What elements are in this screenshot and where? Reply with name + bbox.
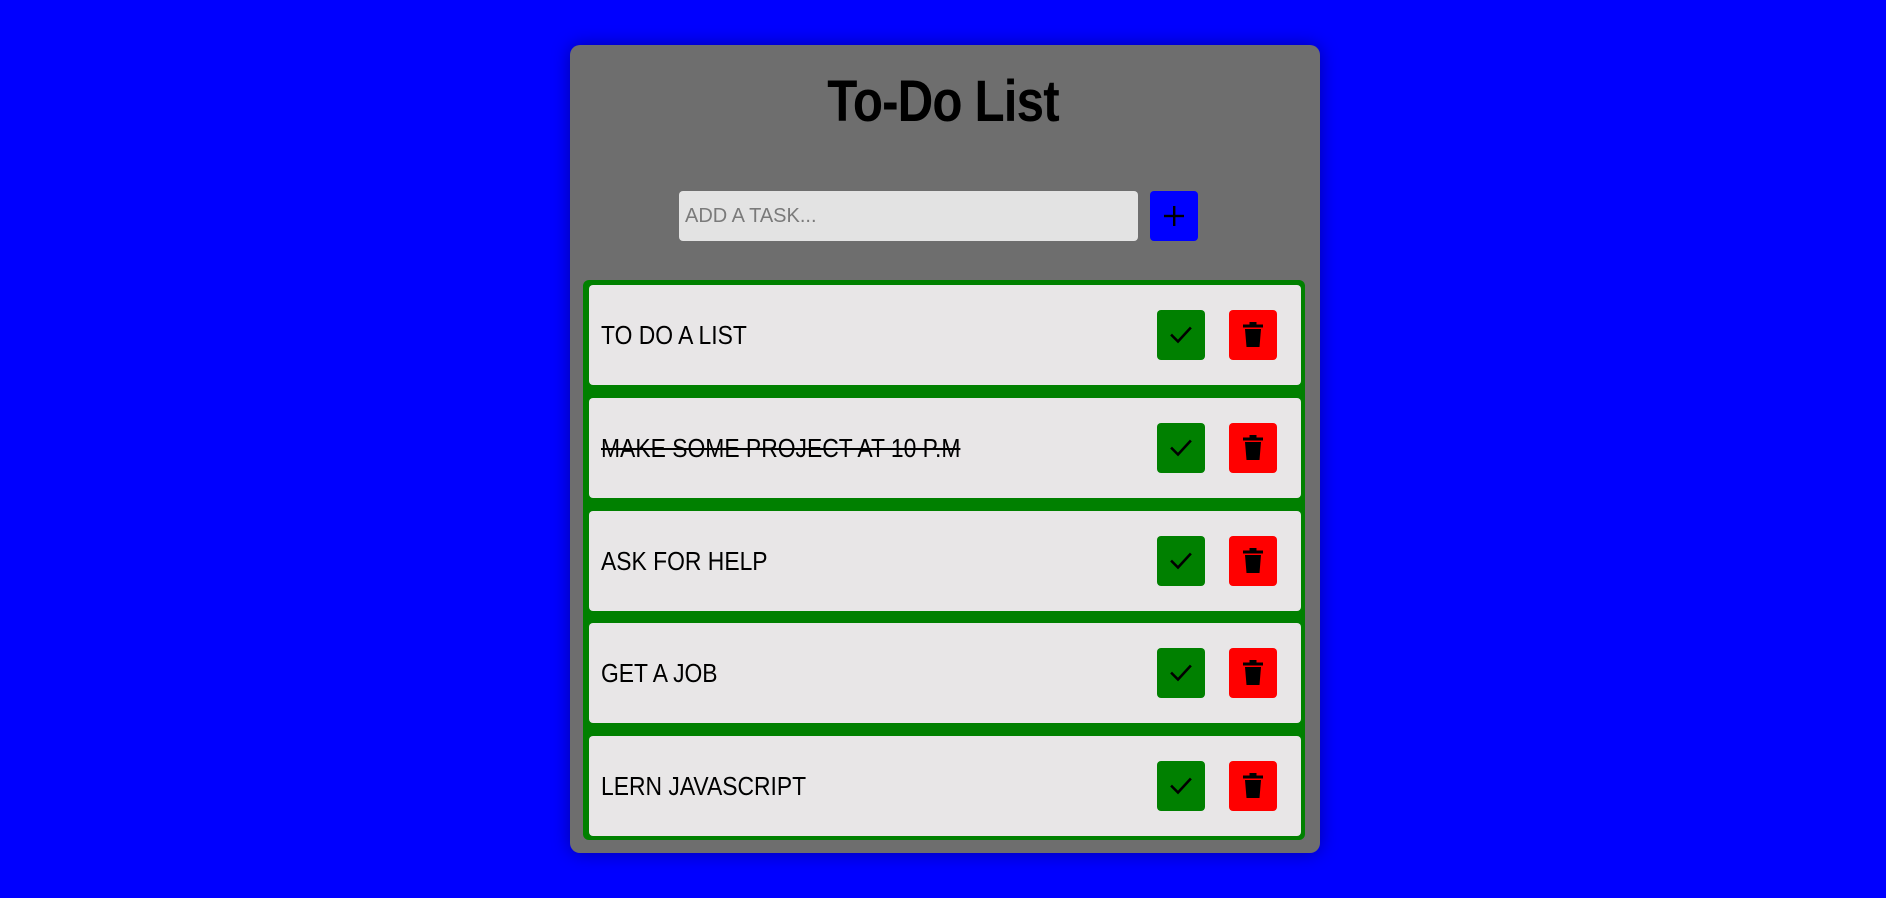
complete-task-button[interactable] bbox=[1157, 310, 1205, 360]
task-item: LERN JAVASCRIPT bbox=[589, 736, 1301, 836]
check-icon bbox=[1169, 661, 1193, 685]
task-item: GET A JOB bbox=[589, 623, 1301, 723]
task-item: MAKE SOME PROJECT AT 10 P.M bbox=[589, 398, 1301, 498]
check-icon bbox=[1169, 323, 1193, 347]
check-icon bbox=[1169, 436, 1193, 460]
delete-task-button[interactable] bbox=[1229, 536, 1277, 586]
task-item: TO DO A LIST bbox=[589, 285, 1301, 385]
delete-task-button[interactable] bbox=[1229, 423, 1277, 473]
task-text[interactable]: MAKE SOME PROJECT AT 10 P.M bbox=[601, 398, 960, 498]
complete-task-button[interactable] bbox=[1157, 423, 1205, 473]
check-icon bbox=[1169, 774, 1193, 798]
complete-task-button[interactable] bbox=[1157, 536, 1205, 586]
add-task-input[interactable] bbox=[679, 191, 1138, 241]
header: To-Do List bbox=[0, 0, 1886, 150]
delete-task-button[interactable] bbox=[1229, 648, 1277, 698]
trash-icon bbox=[1242, 435, 1264, 461]
delete-task-button[interactable] bbox=[1229, 310, 1277, 360]
complete-task-button[interactable] bbox=[1157, 761, 1205, 811]
task-text[interactable]: ASK FOR HELP bbox=[601, 511, 768, 611]
plus-icon bbox=[1161, 203, 1187, 229]
check-icon bbox=[1169, 549, 1193, 573]
complete-task-button[interactable] bbox=[1157, 648, 1205, 698]
task-text[interactable]: GET A JOB bbox=[601, 623, 718, 723]
task-item: ASK FOR HELP bbox=[589, 511, 1301, 611]
trash-icon bbox=[1242, 548, 1264, 574]
delete-task-button[interactable] bbox=[1229, 761, 1277, 811]
trash-icon bbox=[1242, 322, 1264, 348]
trash-icon bbox=[1242, 773, 1264, 799]
page-title: To-Do List bbox=[827, 69, 1059, 134]
trash-icon bbox=[1242, 660, 1264, 686]
task-text[interactable]: LERN JAVASCRIPT bbox=[601, 736, 806, 836]
task-text[interactable]: TO DO A LIST bbox=[601, 285, 747, 385]
add-task-button[interactable] bbox=[1150, 191, 1198, 241]
